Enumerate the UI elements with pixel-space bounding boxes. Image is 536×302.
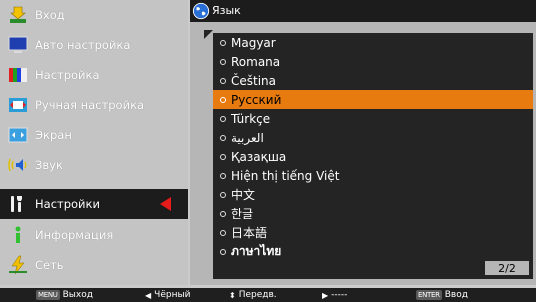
- menu-item-settings-color[interactable]: Настройка: [0, 60, 188, 90]
- language-label: Romana: [231, 54, 281, 69]
- menu-label: Информация: [35, 228, 114, 242]
- radio-bullet-icon: [220, 134, 226, 141]
- radio-bullet-icon: [220, 229, 226, 236]
- list-item-selected[interactable]: Русский: [213, 90, 533, 109]
- radio-bullet-icon: [220, 58, 226, 65]
- panel-title: Язык: [212, 4, 241, 17]
- list-item[interactable]: Čeština: [213, 71, 533, 90]
- language-label: Magyar: [231, 35, 276, 50]
- list-item[interactable]: 한글: [213, 204, 533, 223]
- manual-adjust-icon: [9, 98, 27, 112]
- radio-bullet-icon: [220, 210, 226, 217]
- monitor-icon: [8, 36, 28, 53]
- list-item[interactable]: 中文: [213, 185, 533, 204]
- right-arrow-icon: ▶: [322, 290, 329, 300]
- info-icon: [15, 226, 21, 243]
- language-list: Magyar Romana Čeština Русский Türkçe الع…: [213, 33, 533, 279]
- language-label: Қазақша: [231, 149, 287, 164]
- radio-bullet-icon: [220, 39, 226, 46]
- radio-bullet-icon: [220, 191, 226, 198]
- language-label: Русский: [231, 92, 282, 107]
- language-label: Türkçe: [231, 111, 271, 126]
- status-next-label: -----: [331, 290, 348, 300]
- menu-item-network[interactable]: Сеть: [0, 250, 188, 280]
- menu-item-screen[interactable]: Экран: [0, 120, 188, 150]
- status-next: ▶ -----: [322, 288, 347, 302]
- tools-icon: [11, 196, 22, 212]
- screen-icon: [8, 127, 28, 143]
- menu-label: Звук: [35, 158, 63, 172]
- list-item[interactable]: 日本語: [213, 223, 533, 242]
- status-back: ◀ Чёрный: [145, 288, 190, 302]
- menu-label: Экран: [35, 128, 72, 142]
- list-item[interactable]: Türkçe: [213, 109, 533, 128]
- radio-bullet-icon: [220, 172, 226, 179]
- menu-item-manual-setup[interactable]: Ручная настройка: [0, 90, 188, 120]
- panel-header: Язык: [190, 0, 536, 22]
- list-item[interactable]: Romana: [213, 52, 533, 71]
- list-item[interactable]: Magyar: [213, 33, 533, 52]
- globe-icon: [192, 2, 210, 20]
- language-label: Hiện thị tiếng Việt: [231, 168, 340, 183]
- language-panel: Язык Magyar Romana Čeština Русский Türkç…: [190, 0, 536, 285]
- menu-label: Авто настройка: [35, 38, 131, 52]
- up-down-arrow-icon: ⬍: [229, 290, 236, 300]
- menu-label: Вход: [35, 8, 65, 22]
- status-enter: ENTER Ввод: [416, 288, 468, 302]
- enter-key-badge: ENTER: [416, 290, 442, 300]
- language-label: العربية: [231, 130, 264, 145]
- status-exit: MENU Выход: [36, 288, 93, 302]
- list-item[interactable]: العربية: [213, 128, 533, 147]
- radio-bullet-icon: [220, 96, 226, 103]
- status-move: ⬍ Передв.: [229, 288, 277, 302]
- status-enter-label: Ввод: [444, 290, 468, 300]
- menu-label: Настройка: [35, 68, 100, 82]
- status-back-label: Чёрный: [154, 290, 191, 300]
- menu-label: Настройки: [35, 197, 100, 211]
- language-label: 日本語: [231, 226, 268, 240]
- language-label: Čeština: [231, 73, 277, 88]
- selection-arrow-icon: [160, 197, 171, 211]
- menu-item-information[interactable]: Информация: [0, 220, 188, 250]
- menu-item-auto-setup[interactable]: Авто настройка: [0, 30, 188, 60]
- radio-bullet-icon: [220, 153, 226, 160]
- list-item[interactable]: ภาษาไทย: [213, 242, 533, 261]
- menu-key-badge: MENU: [36, 290, 60, 300]
- status-exit-label: Выход: [62, 290, 93, 300]
- speaker-icon: [8, 158, 27, 172]
- projector-menu-screen: Вход Авто настройка Настройка Ручная нас…: [0, 0, 536, 302]
- main-menu: Вход Авто настройка Настройка Ручная нас…: [0, 0, 188, 285]
- left-arrow-icon: ◀: [145, 290, 152, 300]
- status-bar: MENU Выход ◀ Чёрный ⬍ Передв. ▶ ----- EN…: [0, 288, 536, 302]
- language-label: ภาษาไทย: [231, 244, 282, 258]
- language-label: 中文: [231, 188, 256, 202]
- menu-item-sound[interactable]: Звук: [0, 150, 188, 180]
- color-bars-icon: [9, 68, 27, 82]
- radio-bullet-icon: [220, 77, 226, 84]
- input-arrow-icon: [10, 6, 26, 23]
- menu-item-input[interactable]: Вход: [0, 0, 188, 30]
- network-icon: [9, 255, 27, 275]
- radio-bullet-icon: [220, 115, 226, 122]
- menu-label: Сеть: [35, 258, 64, 272]
- radio-bullet-icon: [220, 248, 226, 255]
- list-connector: [204, 30, 213, 39]
- menu-label: Ручная настройка: [35, 98, 145, 112]
- page-indicator: 2/2: [485, 261, 529, 275]
- language-label: 한글: [231, 207, 254, 221]
- list-item[interactable]: Қазақша: [213, 147, 533, 166]
- status-move-label: Передв.: [238, 290, 277, 300]
- list-item[interactable]: Hiện thị tiếng Việt: [213, 166, 533, 185]
